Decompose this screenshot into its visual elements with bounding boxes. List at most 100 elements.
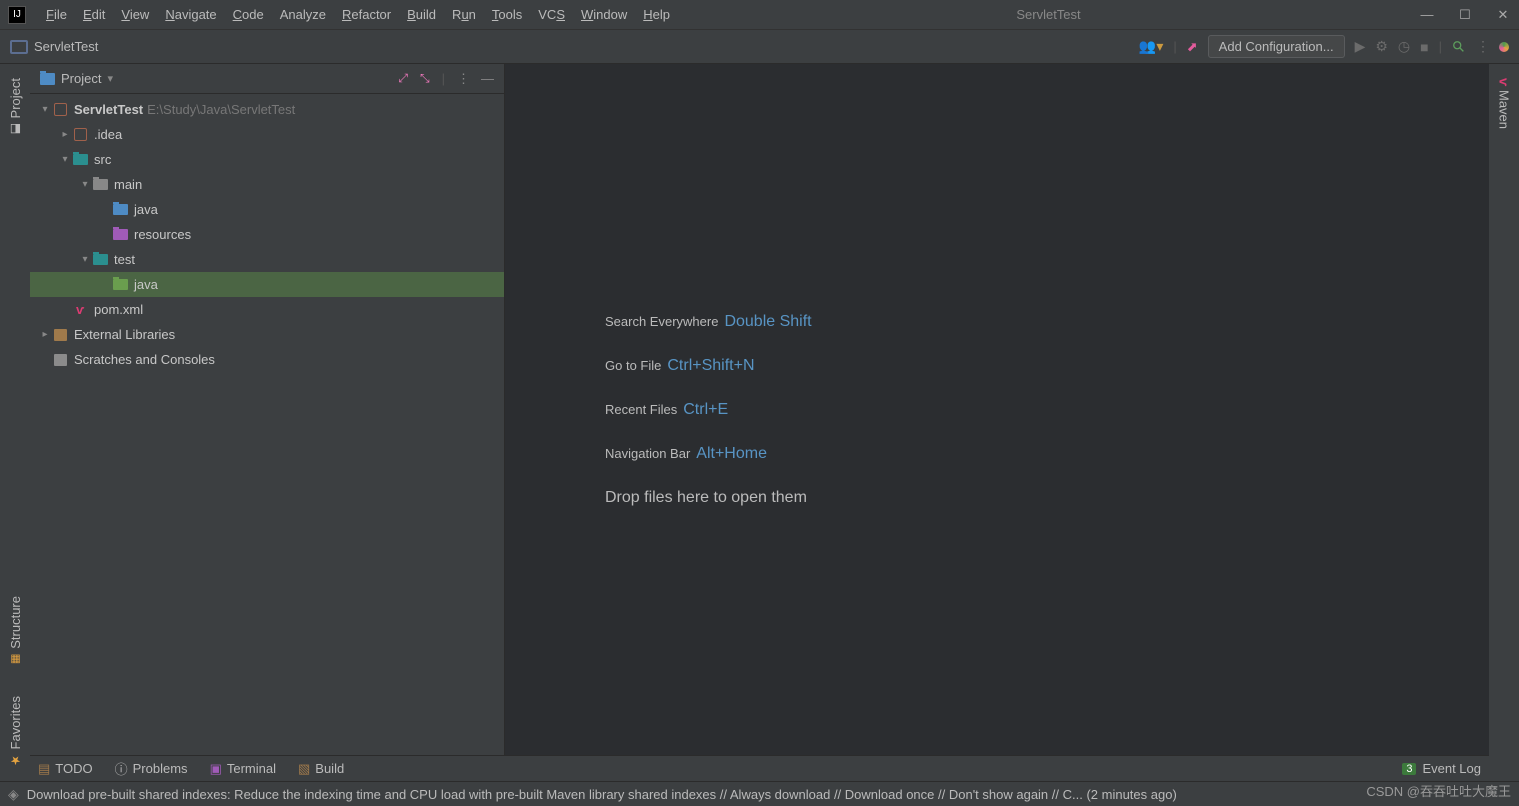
menu-window[interactable]: Window: [573, 7, 635, 22]
hint-navigation-bar: Navigation BarAlt+Home: [605, 445, 767, 463]
folder-icon: [113, 229, 128, 240]
tree-item-main[interactable]: ▾ main: [30, 172, 504, 197]
menu-edit[interactable]: Edit: [75, 7, 113, 22]
menubar: IJ File Edit View Navigate Code Analyze …: [0, 0, 1519, 30]
tree-label: java: [134, 202, 158, 217]
project-view-icon: [40, 73, 55, 85]
debug-button[interactable]: ⚙: [1375, 38, 1388, 55]
hint-search-everywhere: Search EverywhereDouble Shift: [605, 313, 812, 331]
app-icon: IJ: [8, 6, 26, 24]
tree-label: java: [134, 277, 158, 292]
project-tree[interactable]: ▾ ServletTest E:\Study\Java\ServletTest …: [30, 94, 504, 781]
build-icon[interactable]: ⬈: [1187, 39, 1198, 55]
tree-item-test[interactable]: ▾ test: [30, 247, 504, 272]
close-button[interactable]: ✕: [1495, 7, 1511, 23]
folder-icon: [74, 128, 87, 141]
tree-item-java-main[interactable]: java: [30, 197, 504, 222]
tree-item-java-test[interactable]: java: [30, 272, 504, 297]
chevron-down-icon[interactable]: ▾: [107, 72, 113, 85]
problems-tool-button[interactable]: ⓘProblems: [115, 759, 188, 778]
main-area: Project ▾ ⤢ ⤡ | ⋮ — ▾ ServletTest E:\Stu…: [30, 64, 1489, 781]
search-icon[interactable]: [1452, 40, 1466, 54]
tree-label: External Libraries: [74, 327, 175, 342]
left-toolwindow-bar: ◧ Project ▦ Structure ★ Favorites: [0, 64, 30, 781]
hint-drop-files: Drop files here to open them: [605, 489, 807, 507]
folder-icon: [113, 279, 128, 290]
folder-icon: [73, 154, 88, 165]
ide-actions-icon[interactable]: [1499, 42, 1509, 52]
tree-item-pom[interactable]: ⱱ pom.xml: [30, 297, 504, 322]
build-tool-button[interactable]: ▧Build: [298, 761, 344, 777]
maven-icon: ⱱ: [76, 302, 84, 317]
coverage-button[interactable]: ◷: [1398, 38, 1410, 55]
collapse-all-icon[interactable]: ⤡: [420, 71, 430, 86]
project-panel-header: Project ▾ ⤢ ⤡ | ⋮ —: [30, 64, 504, 94]
tree-label: resources: [134, 227, 191, 242]
expand-all-icon[interactable]: ⤢: [398, 71, 408, 86]
tree-item-resources[interactable]: resources: [30, 222, 504, 247]
status-bar: ◈ Download pre-built shared indexes: Red…: [0, 781, 1519, 806]
tree-label: src: [94, 152, 111, 167]
watermark: CSDN @吞吞吐吐大魔王: [1366, 781, 1511, 800]
tree-root-label: ServletTest: [74, 102, 143, 117]
project-tool-window: Project ▾ ⤢ ⤡ | ⋮ — ▾ ServletTest E:\Stu…: [30, 64, 505, 781]
tree-item-src[interactable]: ▾ src: [30, 147, 504, 172]
module-icon: [54, 103, 67, 116]
hint-goto-file: Go to FileCtrl+Shift+N: [605, 357, 755, 375]
minimize-button[interactable]: —: [1419, 7, 1435, 23]
run-button[interactable]: ▶: [1355, 38, 1366, 55]
structure-tool-button[interactable]: ▦ Structure: [8, 592, 23, 670]
add-configuration-button[interactable]: Add Configuration...: [1208, 35, 1345, 58]
menu-analyze[interactable]: Analyze: [272, 7, 334, 22]
menu-build[interactable]: Build: [399, 7, 444, 22]
bottom-toolwindow-bar: ▤TODO ⓘProblems ▣Terminal ▧Build 3 Event…: [30, 755, 1489, 781]
tree-label: .idea: [94, 127, 122, 142]
scratches-icon: [54, 354, 67, 366]
tree-scratches[interactable]: Scratches and Consoles: [30, 347, 504, 372]
project-panel-title[interactable]: Project: [61, 71, 101, 86]
project-tool-button[interactable]: ◧ Project: [8, 74, 23, 140]
menu-navigate[interactable]: Navigate: [157, 7, 224, 22]
maximize-button[interactable]: ☐: [1457, 7, 1473, 23]
breadcrumb[interactable]: ServletTest: [34, 39, 98, 54]
tree-root[interactable]: ▾ ServletTest E:\Study\Java\ServletTest: [30, 97, 504, 122]
code-with-me-icon[interactable]: 👥▾: [1139, 38, 1163, 55]
stop-button[interactable]: ■: [1420, 39, 1428, 55]
terminal-tool-button[interactable]: ▣Terminal: [210, 761, 276, 777]
status-icon[interactable]: ◈: [8, 786, 19, 803]
folder-icon: [93, 254, 108, 265]
tree-label: main: [114, 177, 142, 192]
empty-editor[interactable]: Search EverywhereDouble Shift Go to File…: [505, 64, 1489, 781]
more-icon[interactable]: ⋮: [1476, 38, 1489, 55]
tree-external-libraries[interactable]: ▸ External Libraries: [30, 322, 504, 347]
tree-label: test: [114, 252, 135, 267]
folder-icon: [93, 179, 108, 190]
event-log-button[interactable]: Event Log: [1422, 761, 1481, 776]
menu-refactor[interactable]: Refactor: [334, 7, 399, 22]
menu-view[interactable]: View: [113, 7, 157, 22]
menu-code[interactable]: Code: [225, 7, 272, 22]
tree-label: pom.xml: [94, 302, 143, 317]
status-message[interactable]: Download pre-built shared indexes: Reduc…: [27, 787, 1177, 802]
todo-tool-button[interactable]: ▤TODO: [38, 761, 93, 777]
library-icon: [54, 329, 67, 341]
tree-item-idea[interactable]: ▸ .idea: [30, 122, 504, 147]
tree-root-path: E:\Study\Java\ServletTest: [147, 102, 295, 117]
event-count-badge: 3: [1402, 763, 1416, 775]
favorites-tool-button[interactable]: ★ Favorites: [8, 692, 23, 771]
maven-tool-button[interactable]: ⱱ Maven: [1497, 74, 1512, 133]
hide-panel-icon[interactable]: —: [481, 71, 494, 86]
menu-tools[interactable]: Tools: [484, 7, 530, 22]
right-toolwindow-bar: ⱱ Maven: [1489, 64, 1519, 781]
tree-label: Scratches and Consoles: [74, 352, 215, 367]
menu-file[interactable]: File: [38, 7, 75, 22]
hint-recent-files: Recent FilesCtrl+E: [605, 401, 728, 419]
menu-vcs[interactable]: VCS: [530, 7, 573, 22]
menu-help[interactable]: Help: [635, 7, 678, 22]
folder-icon: [113, 204, 128, 215]
project-type-icon: [10, 40, 28, 54]
menu-run[interactable]: Run: [444, 7, 484, 22]
panel-options-icon[interactable]: ⋮: [457, 71, 469, 87]
window-title: ServletTest: [678, 7, 1419, 22]
navigation-bar: ServletTest 👥▾ | ⬈ Add Configuration... …: [0, 30, 1519, 64]
